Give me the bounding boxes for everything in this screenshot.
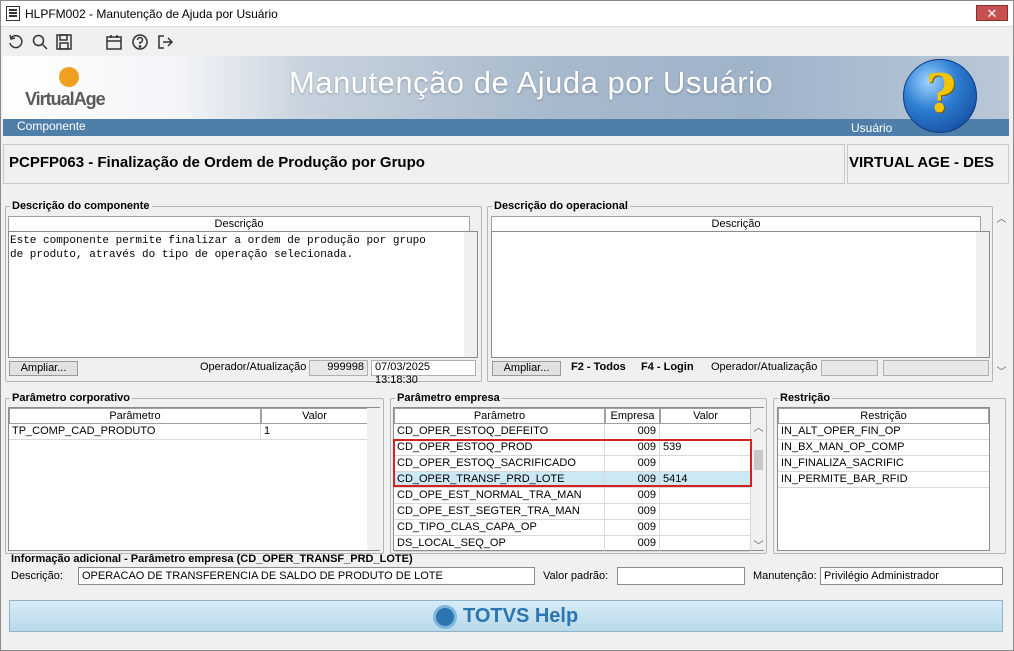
scrollbar[interactable] (464, 232, 477, 357)
user-name: VIRTUAL AGE - DES (849, 154, 995, 171)
param-cell: TP_COMP_CAD_PRODUTO (9, 424, 261, 439)
restricao-grid[interactable]: Restrição IN_ALT_OPER_FIN_OP IN_BX_MAN_OP… (777, 407, 990, 551)
data-atualizacao-field: 07/03/2025 13:18:30 (371, 360, 476, 386)
empresa-cell: 009 (605, 520, 660, 535)
info-adicional-title: Informação adicional - Parâmetro empresa… (11, 553, 413, 565)
ampliar-button[interactable]: Ampliar... (9, 361, 78, 376)
list-item[interactable]: IN_ALT_OPER_FIN_OP (778, 424, 989, 440)
table-row[interactable]: CD_TIPO_CLAS_CAPA_OP 009 (394, 520, 751, 536)
exit-icon[interactable] (154, 31, 176, 53)
empresa-cell: 009 (605, 488, 660, 503)
descricao-label: Descrição: (11, 570, 63, 582)
f2-todos-hint[interactable]: F2 - Todos (571, 361, 626, 373)
ampliar-operacional-button[interactable]: Ampliar... (492, 361, 561, 376)
table-row[interactable]: DS_LOCAL_SEQ_OP 009 (394, 536, 751, 552)
f4-login-hint[interactable]: F4 - Login (641, 361, 694, 373)
scroll-down-icon[interactable]: ﹀ (752, 537, 765, 552)
close-button[interactable]: ✕ (976, 5, 1008, 21)
help-icon[interactable] (129, 31, 151, 53)
param-corporativo-legend: Parâmetro corporativo (12, 392, 130, 404)
desc-componente-header: Descrição (8, 216, 470, 232)
param-empresa-col-empresa: Empresa (605, 408, 660, 424)
valor-padrao-label: Valor padrão: (543, 570, 609, 582)
scroll-up-icon[interactable]: ︿ (995, 210, 1008, 225)
param-empresa-col-param: Parâmetro (394, 408, 605, 424)
operador-label: Operador/Atualização (200, 361, 307, 373)
valor-cell (660, 504, 751, 519)
operador-field: 999998 (309, 360, 368, 376)
param-corporativo-grid[interactable]: Parâmetro Valor TP_COMP_CAD_PRODUTO 1 (8, 407, 380, 551)
scroll-thumb[interactable] (754, 450, 763, 470)
help-ball-icon: ? (903, 59, 977, 133)
desc-componente-text: Este componente permite finalizar a orde… (10, 235, 426, 261)
operador-operacional-label: Operador/Atualização (711, 361, 818, 373)
manutencao-field[interactable]: Privilégio Administrador (820, 567, 1003, 585)
main-window: HLPFM002 - Manutenção de Ajuda por Usuár… (0, 0, 1014, 651)
totvs-help-label: TOTVS Help (463, 605, 579, 627)
param-empresa-legend: Parâmetro empresa (397, 392, 500, 404)
param-corporativo-col-valor: Valor (261, 408, 368, 424)
desc-operacional-legend: Descrição do operacional (494, 200, 628, 212)
param-cell: CD_TIPO_CLAS_CAPA_OP (394, 520, 605, 535)
desc-operacional-text-area[interactable] (491, 231, 990, 358)
param-cell: CD_OPER_ESTOQ_DEFEITO (394, 424, 605, 439)
manutencao-label: Manutenção: (753, 570, 817, 582)
list-item[interactable]: IN_FINALIZA_SACRIFIC (778, 456, 989, 472)
valor-cell (660, 488, 751, 503)
scroll-down-icon[interactable]: ﹀ (995, 363, 1008, 378)
help-glyph: ? (925, 64, 957, 125)
component-name: PCPFP063 - Finalização de Ordem de Produ… (9, 154, 425, 171)
valor-cell: 1 (261, 424, 368, 439)
calendar-icon[interactable] (103, 31, 125, 53)
refresh-icon[interactable] (5, 31, 27, 53)
valor-cell (660, 536, 751, 551)
param-cell: CD_OPE_EST_NORMAL_TRA_MAN (394, 488, 605, 503)
restricao-col: Restrição (778, 408, 989, 424)
empresa-cell: 009 (605, 536, 660, 551)
scrollbar[interactable] (976, 232, 989, 357)
app-icon (6, 6, 20, 21)
scroll-up-icon[interactable]: ︿ (752, 419, 765, 434)
logo-icon (59, 67, 79, 87)
valor-cell (660, 520, 751, 535)
param-cell: CD_OPE_EST_SEGTER_TRA_MAN (394, 504, 605, 519)
toolbar (1, 28, 1013, 56)
restricao-legend: Restrição (780, 392, 831, 404)
param-empresa-col-valor: Valor (660, 408, 751, 424)
param-cell: DS_LOCAL_SEQ_OP (394, 536, 605, 551)
banner-title: Manutenção de Ajuda por Usuário (289, 65, 774, 100)
list-item[interactable]: IN_BX_MAN_OP_COMP (778, 440, 989, 456)
company-logo: VirtualAge (25, 89, 106, 109)
totvs-logo-icon (433, 605, 457, 629)
descricao-field[interactable]: OPERACAO DE TRANSFERENCIA DE SALDO DE PR… (78, 567, 535, 585)
data-operacional-field (883, 360, 989, 376)
search-icon[interactable] (29, 31, 51, 53)
title-bar: HLPFM002 - Manutenção de Ajuda por Usuár… (1, 1, 1013, 27)
desc-componente-text-area[interactable]: Este componente permite finalizar a orde… (8, 231, 478, 358)
list-item[interactable]: IN_PERMITE_BAR_RFID (778, 472, 989, 488)
empresa-cell: 009 (605, 424, 660, 439)
table-row[interactable]: CD_OPER_ESTOQ_DEFEITO 009 (394, 424, 751, 440)
param-corporativo-col-param: Parâmetro (9, 408, 261, 424)
desc-componente-legend: Descrição do componente (12, 200, 150, 212)
componente-label: Componente (17, 119, 86, 133)
desc-operacional-header: Descrição (491, 216, 981, 232)
window-title: HLPFM002 - Manutenção de Ajuda por Usuár… (25, 7, 278, 21)
valor-cell (660, 424, 751, 439)
valor-padrao-field[interactable] (617, 567, 745, 585)
table-row[interactable]: TP_COMP_CAD_PRODUTO 1 (9, 424, 368, 440)
operador-operacional-field (821, 360, 878, 376)
usuario-label: Usuário (851, 121, 893, 135)
table-row[interactable]: CD_OPE_EST_NORMAL_TRA_MAN 009 (394, 488, 751, 504)
save-icon[interactable] (53, 31, 75, 53)
highlight-box (393, 439, 752, 487)
table-row[interactable]: CD_OPE_EST_SEGTER_TRA_MAN 009 (394, 504, 751, 520)
empresa-cell: 009 (605, 504, 660, 519)
scrollbar[interactable] (367, 408, 380, 550)
